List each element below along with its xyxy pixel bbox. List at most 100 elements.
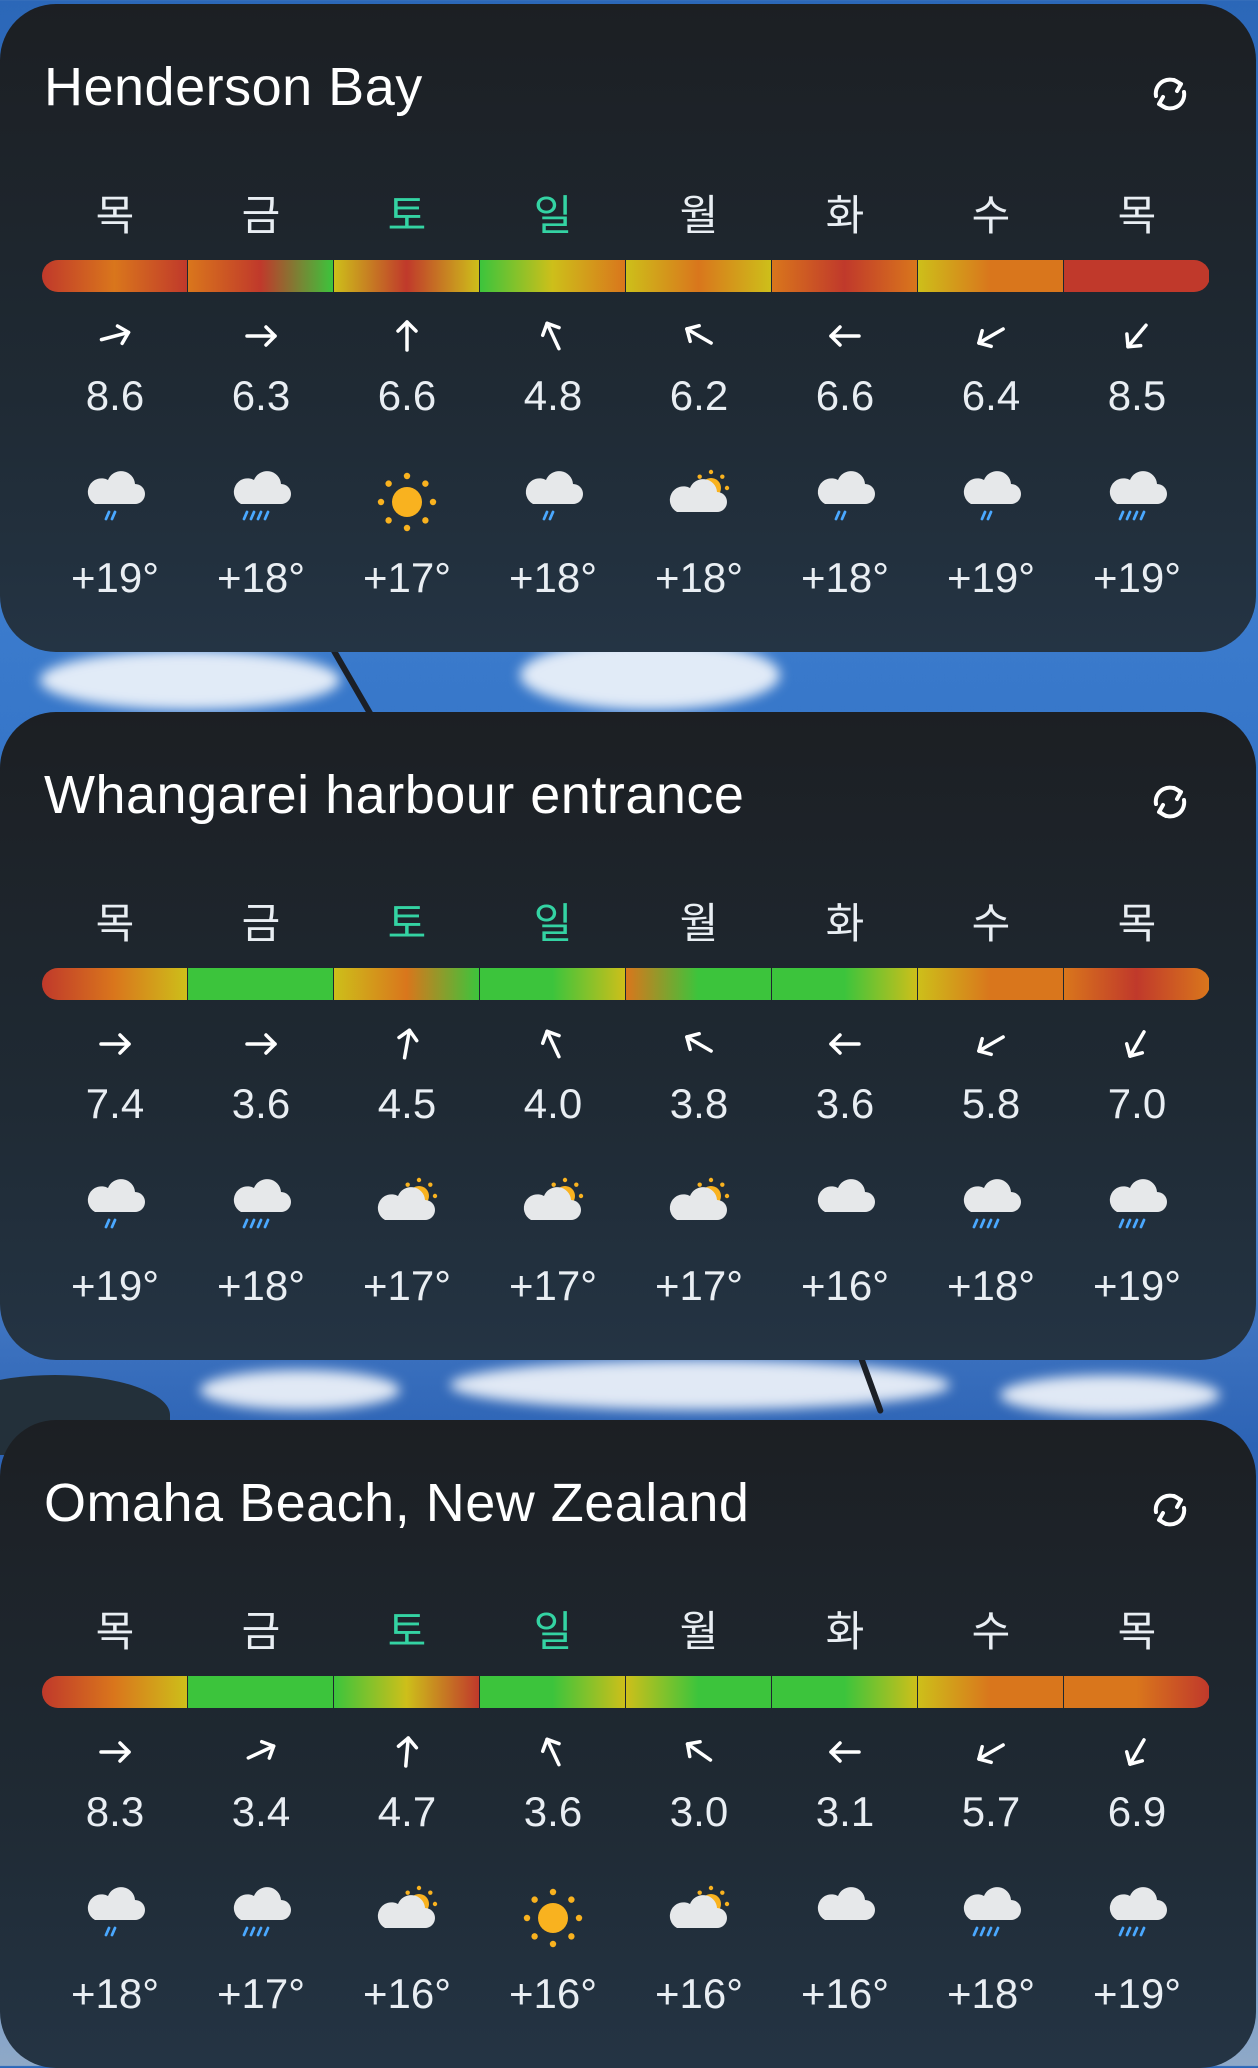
- refresh-icon[interactable]: [1146, 70, 1194, 118]
- location-title: Henderson Bay: [44, 57, 423, 117]
- wind-color-bar-segment: [188, 260, 333, 292]
- wind-direction-cell: [334, 310, 480, 362]
- temperature-value: +16°: [654, 1970, 744, 2017]
- day-label: 일: [533, 192, 573, 239]
- wind-direction-cell: [918, 1018, 1064, 1070]
- location-title: Whangarei harbour entrance: [44, 765, 745, 825]
- wind-direction-row: [42, 1726, 1210, 1778]
- wind-speed-value: 6.6: [815, 372, 875, 419]
- weather-cell: [42, 1876, 188, 1960]
- wind-direction-arrow-icon: [829, 1741, 861, 1763]
- temperature-row: +19° +18° +17° +17° +17° +16° +18° +19°: [42, 1262, 1210, 1310]
- weather-cell: [772, 1876, 918, 1960]
- day-label: 월: [679, 192, 719, 239]
- wind-direction-arrow-icon: [685, 323, 713, 345]
- temperature-value: +18°: [70, 1970, 160, 2017]
- weather-cell: [188, 1876, 334, 1960]
- wind-direction-arrow-icon: [1124, 1030, 1146, 1058]
- forecast-card: Omaha Beach, New Zealand 목 금 토 일 월 화 수 목 8.3 3.4 4.…: [0, 1420, 1256, 2068]
- wind-color-bar-segment: [480, 968, 625, 1000]
- wind-color-bar-segment: [188, 1676, 333, 1708]
- refresh-icon[interactable]: [1146, 1486, 1194, 1534]
- day-label: 화: [825, 192, 865, 239]
- day-label: 토: [387, 1608, 427, 1655]
- wind-direction-cell: [772, 1018, 918, 1070]
- wind-direction-cell: [334, 1726, 480, 1778]
- weather-cell: [334, 1876, 480, 1960]
- wind-direction-cell: [334, 1018, 480, 1070]
- wind-direction-arrow-icon: [829, 1033, 861, 1055]
- wind-direction-cell: [626, 310, 772, 362]
- wind-color-bar-segment: [772, 260, 917, 292]
- temperature-value: +18°: [946, 1970, 1036, 2017]
- wind-direction-cell: [188, 310, 334, 362]
- temperature-value: +17°: [654, 1262, 744, 1309]
- day-label: 화: [825, 900, 865, 947]
- refresh-icon[interactable]: [1146, 778, 1194, 826]
- temperature-value: +16°: [508, 1970, 598, 2017]
- cloud-sun-icon: [377, 1177, 438, 1220]
- cloud-rain-icon: [1109, 1179, 1167, 1229]
- cloud-icon: [817, 1887, 875, 1920]
- day-label: 월: [679, 1608, 719, 1655]
- cloud-light-rain-icon: [87, 1179, 145, 1229]
- day-label: 토: [387, 900, 427, 947]
- wind-direction-arrow-icon: [99, 324, 131, 346]
- weather-cell: [480, 460, 626, 544]
- day-label: 목: [1117, 900, 1157, 947]
- cloud-sun-icon: [523, 1177, 584, 1220]
- temperature-value: +16°: [800, 1262, 890, 1309]
- weather-cell: [188, 460, 334, 544]
- temperature-value: +17°: [362, 1262, 452, 1309]
- wind-color-bar-segment: [42, 968, 187, 1000]
- day-label: 금: [241, 192, 281, 239]
- day-row: 목금토일월화수목: [42, 182, 1210, 243]
- temperature-value: +19°: [1092, 1970, 1182, 2017]
- weather-cell: [626, 460, 772, 544]
- forecast-card: Henderson Bay 목 금 토 일 월 화 수 목 8.6 6.3 6.6 4.8 6.2 6.6 6…: [0, 4, 1256, 652]
- wind-direction-cell: [918, 310, 1064, 362]
- day-label: 일: [533, 1608, 573, 1655]
- day-label: 수: [971, 1608, 1011, 1655]
- day-row: 목금토일월화수목: [42, 890, 1210, 951]
- cloud-rain-icon: [233, 1887, 291, 1937]
- day-label: 화: [825, 1608, 865, 1655]
- wind-color-bar-segment: [188, 968, 333, 1000]
- cloud-sun-icon: [377, 1885, 438, 1928]
- wind-speed-value: 5.8: [961, 1080, 1021, 1127]
- wind-color-bar-segment: [772, 1676, 917, 1708]
- wind-color-bar-segment: [334, 260, 479, 292]
- wind-speed-value: 5.7: [961, 1788, 1021, 1835]
- wind-direction-cell: [42, 310, 188, 362]
- wind-speed-row: 8.6 6.3 6.6 4.8 6.2 6.6 6.4 8.5: [42, 372, 1210, 420]
- temperature-value: +17°: [216, 1970, 306, 2017]
- wind-direction-arrow-icon: [540, 1029, 561, 1059]
- cloud-rain-icon: [963, 1887, 1021, 1937]
- day-label: 일: [533, 900, 573, 947]
- cloud-sun-icon: [669, 1885, 730, 1928]
- wind-direction-arrow-icon: [977, 327, 1005, 349]
- temperature-value: +16°: [800, 1970, 890, 2017]
- cloud-light-rain-icon: [87, 1887, 145, 1937]
- temperature-value: +16°: [362, 1970, 452, 2017]
- temperature-row: +19° +18° +17° +18° +18° +18° +19° +19°: [42, 554, 1210, 602]
- wind-speed-value: 3.6: [231, 1080, 291, 1127]
- wind-direction-arrow-icon: [540, 321, 561, 351]
- wind-speed-value: 8.5: [1107, 372, 1167, 419]
- wind-color-bar-segment: [918, 968, 1063, 1000]
- day-label: 수: [971, 192, 1011, 239]
- wind-speed-value: 3.0: [669, 1788, 729, 1835]
- day-label: 목: [95, 900, 135, 947]
- wind-color-bar-segment: [918, 1676, 1063, 1708]
- wind-color-bar-segment: [918, 260, 1063, 292]
- wind-color-bar-segment: [334, 968, 479, 1000]
- weather-cell: [918, 1168, 1064, 1252]
- wind-direction-arrow-icon: [829, 325, 861, 347]
- temperature-value: +18°: [508, 554, 598, 601]
- weather-cell: [1064, 1168, 1210, 1252]
- weather-icon-row: [42, 1168, 1210, 1252]
- day-label: 금: [241, 900, 281, 947]
- wind-speed-value: 7.0: [1107, 1080, 1167, 1127]
- wind-direction-row: [42, 310, 1210, 362]
- forecast-card: Whangarei harbour entrance 목 금 토 일 월 화 수 목 7.4 3.6…: [0, 712, 1256, 1360]
